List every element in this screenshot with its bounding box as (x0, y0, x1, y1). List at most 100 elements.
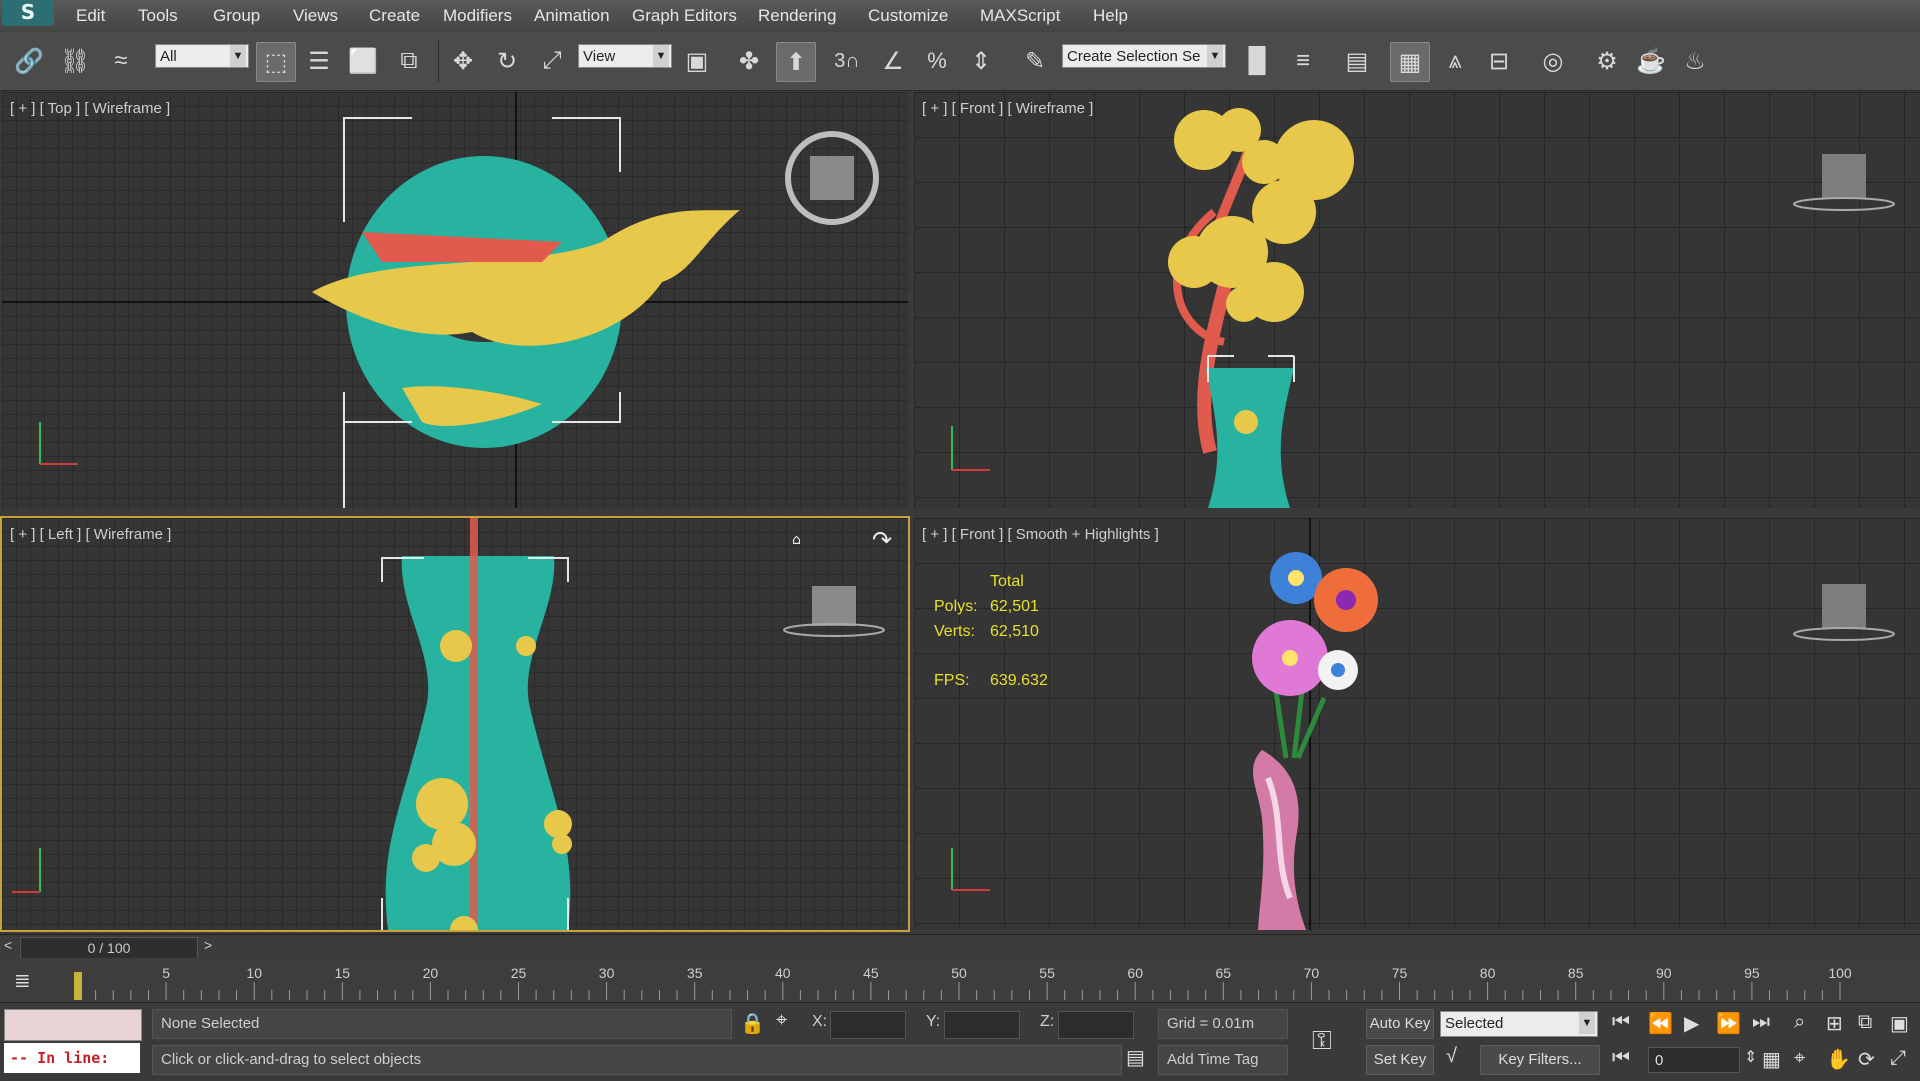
menu-edit[interactable]: Edit (76, 6, 105, 26)
scene-explorer-icon[interactable]: ▦ (1390, 42, 1430, 82)
angle-snap-icon[interactable]: ∠ (874, 42, 912, 80)
curve-editor-icon[interactable]: ⩓ (1436, 42, 1474, 80)
move-icon[interactable]: ✥ (444, 42, 482, 80)
keyboard-shortcut-icon[interactable]: ⬆ (776, 42, 816, 82)
rotate-icon[interactable]: ↻ (488, 42, 526, 80)
key-icon[interactable]: ⚿ (1312, 1025, 1332, 1057)
maxscript-listener[interactable] (4, 1009, 142, 1041)
zoom-extents-all-icon[interactable]: ▣ (1890, 1011, 1909, 1036)
add-time-tag[interactable]: Add Time Tag (1158, 1045, 1288, 1075)
time-tag-icon[interactable]: ▤ (1126, 1045, 1145, 1070)
key-filters-button[interactable]: Key Filters... (1480, 1045, 1600, 1075)
align-icon[interactable]: ≡ (1284, 42, 1322, 80)
x-coord-field[interactable] (830, 1011, 906, 1039)
render-icon[interactable]: ♨ (1676, 42, 1714, 80)
vase-front-mesh (1206, 368, 1294, 508)
select-object-icon[interactable]: ⬚ (256, 42, 296, 82)
rendered-frame-icon[interactable]: ☕ (1632, 42, 1670, 80)
key-mode-dropdown[interactable]: Selected ▼ (1440, 1011, 1598, 1037)
viewport-shaded[interactable]: [ + ] [ Front ] [ Smooth + Highlights ] … (914, 518, 1920, 930)
link-icon[interactable]: 🔗 (10, 42, 48, 80)
menu-create[interactable]: Create (369, 6, 420, 26)
menu-views[interactable]: Views (293, 6, 338, 26)
fps-value: 639.632 (990, 672, 1048, 689)
scale-icon[interactable]: ⤢ (533, 42, 571, 80)
manipulate-icon[interactable]: ✤ (730, 42, 768, 80)
absolute-mode-icon[interactable]: ⌖ (776, 1009, 787, 1032)
menu-maxscript[interactable]: MAXScript (980, 6, 1060, 26)
edit-named-sets-icon[interactable]: ✎ (1016, 42, 1054, 80)
z-label: Z: (1040, 1013, 1055, 1030)
menu-rendering[interactable]: Rendering (758, 6, 836, 26)
app-logo[interactable]: S (2, 0, 54, 26)
lock-icon[interactable]: 🔒 (740, 1011, 765, 1036)
next-frame-icon[interactable]: ⏩ (1716, 1011, 1741, 1036)
zoom-all-icon[interactable]: ⊞ (1826, 1011, 1843, 1036)
field-of-view-icon[interactable]: ⌖ (1794, 1047, 1805, 1070)
pivot-icon[interactable]: ▣ (678, 42, 716, 80)
current-frame-field[interactable]: 0 (1648, 1047, 1740, 1073)
menu-customize[interactable]: Customize (868, 6, 948, 26)
menu-modifiers[interactable]: Modifiers (443, 6, 512, 26)
spinner-snap-icon[interactable]: ⇕ (962, 42, 1000, 80)
z-coord-field[interactable] (1058, 1011, 1134, 1039)
maxscript-mini-listener[interactable]: -- In line: (4, 1043, 140, 1073)
view-cube (1822, 584, 1866, 628)
orbit-icon[interactable]: ⟳ (1858, 1047, 1875, 1072)
viewport-left[interactable]: ⌂ ↷ [ + ] [ Left ] [ Wireframe ] (0, 516, 910, 932)
viewport-label[interactable]: [ + ] [ Left ] [ Wireframe ] (10, 526, 171, 543)
y-coord-field[interactable] (944, 1011, 1020, 1039)
menu-bar: S Edit Tools Group Views Create Modifier… (0, 0, 1920, 33)
timeline-tick-label: 20 (423, 965, 439, 981)
window-crossing-icon[interactable]: ⧉ (390, 42, 428, 80)
viewport-front[interactable]: [ + ] [ Front ] [ Wireframe ] (914, 92, 1920, 508)
go-to-start-icon[interactable]: ⏮ (1612, 1011, 1630, 1034)
maximize-viewport-icon[interactable]: ⤢ (1890, 1047, 1906, 1070)
orbit-icon: ↷ (872, 526, 892, 554)
key-mode-toggle-icon[interactable]: ⏮ (1612, 1047, 1630, 1070)
auto-key-button[interactable]: Auto Key (1366, 1009, 1434, 1039)
track-bar[interactable]: ≣ 5 10 15 20 25 30 35 40 45 50 55 60 65 70 75 80 85 90 95 1… (0, 958, 1920, 1002)
time-slider-bar: < 0 / 100 > (0, 934, 1920, 959)
selection-filter-dropdown[interactable]: All ▼ (155, 44, 249, 68)
menu-animation[interactable]: Animation (534, 6, 610, 26)
set-key-button[interactable]: Set Key (1366, 1045, 1434, 1075)
chevron-left-icon[interactable]: < (4, 937, 12, 953)
bind-spacewarp-icon[interactable]: ≈ (102, 42, 140, 80)
viewport-label[interactable]: [ + ] [ Top ] [ Wireframe ] (10, 100, 170, 117)
time-config-icon[interactable]: ▦ (1762, 1047, 1781, 1072)
pan-icon[interactable]: ✋ (1826, 1047, 1851, 1072)
menu-graph-editors[interactable]: Graph Editors (632, 6, 737, 26)
zoom-icon[interactable]: ⌕ (1794, 1011, 1805, 1034)
viewport-label[interactable]: [ + ] [ Front ] [ Smooth + Highlights ] (922, 526, 1159, 543)
unlink-icon[interactable]: ⛓ (56, 42, 94, 80)
zoom-extents-icon[interactable]: ⧉ (1858, 1011, 1872, 1034)
current-frame-marker[interactable] (74, 972, 82, 1000)
named-selection-dropdown[interactable]: Create Selection Se ▼ (1062, 44, 1226, 68)
viewport-top[interactable]: [ + ] [ Top ] [ Wireframe ] (2, 92, 908, 508)
percent-snap-icon[interactable]: % (918, 42, 956, 80)
fps-label: FPS: (934, 672, 970, 689)
menu-help[interactable]: Help (1093, 6, 1128, 26)
material-editor-icon[interactable]: ◎ (1534, 42, 1572, 80)
x-label: X: (812, 1013, 828, 1030)
viewport-label[interactable]: [ + ] [ Front ] [ Wireframe ] (922, 100, 1093, 117)
schematic-view-icon[interactable]: ⊟ (1480, 42, 1518, 80)
previous-frame-icon[interactable]: ⏪ (1648, 1011, 1673, 1036)
select-by-name-icon[interactable]: ☰ (300, 42, 338, 80)
render-setup-icon[interactable]: ⚙ (1588, 42, 1626, 80)
menu-group[interactable]: Group (213, 6, 260, 26)
view-cube (1822, 154, 1866, 198)
reference-coord-dropdown[interactable]: View ▼ (578, 44, 672, 68)
layer-manager-icon[interactable]: ▤ (1338, 42, 1376, 80)
snaps-toggle[interactable]: 3 ∩ (828, 42, 866, 80)
chevron-right-icon[interactable]: > (204, 937, 212, 953)
menu-tools[interactable]: Tools (138, 6, 178, 26)
tangent-icon[interactable]: √ (1446, 1045, 1457, 1068)
go-to-end-icon[interactable]: ⏭ (1752, 1011, 1770, 1034)
time-slider[interactable]: 0 / 100 (20, 937, 198, 959)
rect-region-icon[interactable]: ⬜ (344, 42, 382, 80)
mirror-icon[interactable]: ▐▌ (1238, 42, 1276, 80)
play-icon[interactable]: ▶ (1684, 1011, 1699, 1036)
frame-spinner-icon[interactable]: ⇕ (1744, 1047, 1757, 1067)
